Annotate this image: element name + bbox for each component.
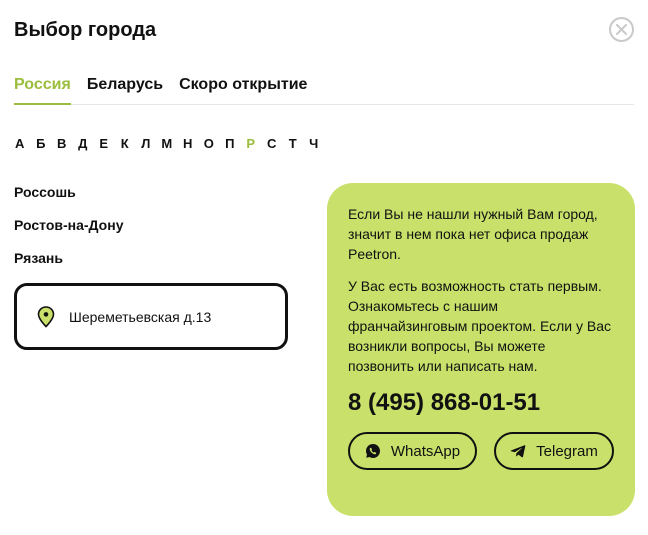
close-icon: [616, 24, 627, 35]
whatsapp-label: WhatsApp: [390, 442, 461, 460]
tab-coming-soon[interactable]: Скоро открытие: [179, 72, 307, 105]
telegram-label: Telegram: [536, 442, 598, 460]
letter-n[interactable]: Н: [182, 136, 194, 151]
franchise-info-card: Если Вы не нашли нужный Вам город, значи…: [327, 183, 635, 516]
letter-d[interactable]: Д: [77, 136, 89, 151]
letter-e[interactable]: Е: [98, 136, 110, 151]
telegram-icon: [510, 445, 526, 458]
letter-k[interactable]: К: [119, 136, 131, 151]
modal-title: Выбор города: [14, 19, 157, 41]
whatsapp-icon: [365, 444, 380, 458]
tab-russia[interactable]: Россия: [14, 72, 71, 105]
letter-p[interactable]: П: [224, 136, 236, 151]
letter-b[interactable]: Б: [35, 136, 47, 151]
letter-a[interactable]: А: [14, 136, 26, 151]
letter-r[interactable]: Р: [245, 136, 257, 151]
letter-m[interactable]: М: [161, 136, 173, 151]
letter-l[interactable]: Л: [140, 136, 152, 151]
office-address: Шереметьевская д.13: [69, 308, 212, 325]
letter-t[interactable]: Т: [287, 136, 299, 151]
map-pin-icon: [37, 305, 55, 328]
promo-text-1: Если Вы не нашли нужный Вам город, значи…: [348, 206, 598, 262]
office-card[interactable]: Шереметьевская д.13: [14, 283, 288, 350]
city-item[interactable]: Рязань: [14, 250, 123, 266]
letter-o[interactable]: О: [203, 136, 215, 151]
letter-ch[interactable]: Ч: [308, 136, 320, 151]
city-item[interactable]: Россошь: [14, 184, 123, 200]
country-tabs: Россия Беларусь Скоро открытие: [14, 72, 634, 105]
letter-s[interactable]: С: [266, 136, 278, 151]
phone-number[interactable]: 8 (495) 868-01-51: [348, 388, 614, 418]
close-button[interactable]: [609, 17, 634, 42]
whatsapp-button[interactable]: WhatsApp: [348, 432, 477, 470]
city-item[interactable]: Ростов-на-Дону: [14, 217, 123, 233]
city-select-modal: Выбор города Россия Беларусь Скоро откры…: [0, 0, 648, 535]
tab-belarus[interactable]: Беларусь: [87, 72, 163, 105]
city-list: Россошь Ростов-на-Дону Рязань: [14, 184, 123, 266]
letter-v[interactable]: В: [56, 136, 68, 151]
alphabet-filter: А Б В Д Е К Л М Н О П Р С Т Ч: [14, 136, 320, 151]
promo-text-2: У Вас есть возможность стать первым. Озн…: [348, 278, 612, 374]
telegram-button[interactable]: Telegram: [494, 432, 614, 470]
